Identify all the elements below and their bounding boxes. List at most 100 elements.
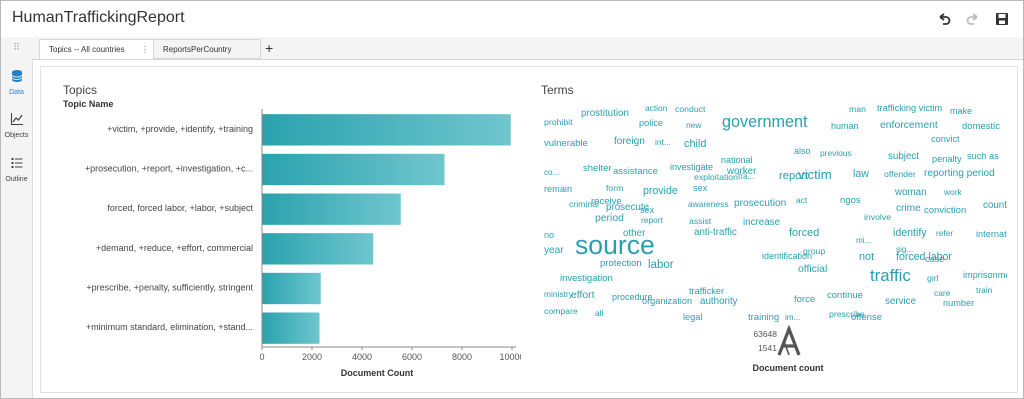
term-word[interactable]: shelter	[583, 163, 612, 174]
term-word[interactable]: remain	[544, 184, 572, 194]
bar-5[interactable]	[262, 312, 320, 344]
bar-3[interactable]	[262, 233, 374, 265]
bar-4[interactable]	[262, 272, 321, 305]
term-word[interactable]: group	[803, 246, 825, 256]
term-word[interactable]: authority	[700, 296, 738, 307]
term-word[interactable]: report	[779, 170, 809, 182]
term-word[interactable]: human	[831, 121, 859, 131]
term-word[interactable]: sex	[693, 183, 708, 193]
term-word[interactable]: assist	[689, 216, 712, 226]
term-word[interactable]: trafficker	[689, 286, 724, 296]
term-word[interactable]: convict	[931, 134, 960, 144]
term-word[interactable]: identify	[893, 227, 927, 239]
tab-topics-all-countries[interactable]: Topics -- All countries ⋮	[39, 39, 154, 59]
bar-2[interactable]	[262, 193, 401, 225]
term-word[interactable]: vulnerable	[544, 138, 588, 149]
term-word[interactable]: refer	[936, 228, 953, 238]
term-word[interactable]: labor	[648, 259, 674, 271]
term-word[interactable]: mi...	[856, 236, 871, 245]
term-word[interactable]: offender	[884, 169, 916, 179]
term-word[interactable]: enforcement	[880, 120, 938, 131]
term-word[interactable]: act	[796, 195, 808, 205]
term-word[interactable]: not	[859, 251, 874, 263]
term-word[interactable]: increase	[743, 217, 781, 228]
term-word[interactable]: foreign	[614, 136, 645, 147]
term-word[interactable]: international	[976, 229, 1007, 239]
term-word[interactable]: government	[722, 113, 808, 131]
term-word[interactable]: crime	[896, 203, 921, 214]
term-word[interactable]: source	[575, 230, 655, 260]
topics-bar-chart[interactable]: Topic Name +victim, +provide, +identify, …	[41, 67, 521, 389]
term-word[interactable]: previous	[820, 148, 852, 158]
term-word[interactable]: compare	[544, 306, 578, 316]
term-word[interactable]: subject	[888, 151, 919, 162]
redo-button[interactable]	[965, 11, 981, 27]
term-word[interactable]: also	[794, 146, 811, 156]
term-word[interactable]: man	[849, 104, 866, 114]
terms-word-cloud[interactable]: prostitution action conduct man trafficking …	[537, 67, 1007, 389]
term-word[interactable]: trafficking victim	[877, 103, 943, 113]
term-word[interactable]: imprisonment	[963, 270, 1007, 280]
term-word[interactable]: woman	[894, 187, 927, 198]
term-word[interactable]: conduct	[675, 104, 706, 114]
term-word[interactable]: domestic	[962, 121, 1000, 132]
term-word[interactable]: train	[976, 285, 993, 295]
term-word[interactable]: penalty	[932, 154, 962, 164]
term-word[interactable]: no	[544, 230, 554, 240]
term-word[interactable]: investigation	[560, 273, 613, 284]
term-word[interactable]: girl	[927, 273, 939, 283]
rail-item-outline[interactable]: Outline	[1, 156, 32, 183]
term-word[interactable]: form	[606, 183, 623, 193]
term-word[interactable]: tra...	[738, 172, 754, 181]
rail-item-objects[interactable]: Objects	[1, 112, 32, 139]
term-word[interactable]: new	[686, 120, 702, 130]
term-word[interactable]: number	[943, 298, 974, 308]
term-word[interactable]: police	[639, 118, 663, 128]
term-word[interactable]: national	[721, 155, 753, 165]
term-word[interactable]: effort	[571, 290, 595, 301]
term-word[interactable]: prosecution	[734, 198, 786, 209]
term-word[interactable]: int...	[655, 137, 671, 147]
term-word[interactable]: country	[983, 200, 1007, 211]
term-word[interactable]: law	[853, 168, 869, 180]
term-word[interactable]: continue	[827, 290, 863, 301]
term-word[interactable]: ministry	[544, 289, 574, 299]
term-word[interactable]: force	[794, 294, 815, 305]
term-word[interactable]: report	[641, 215, 664, 225]
term-word[interactable]: ngos	[840, 195, 861, 206]
tab-menu-icon[interactable]: ⋮	[141, 40, 149, 60]
term-word[interactable]: year	[544, 245, 564, 256]
term-word[interactable]: reporting period	[924, 168, 995, 179]
term-word[interactable]: provide	[643, 185, 678, 197]
bar-0[interactable]	[262, 114, 511, 146]
term-word[interactable]: organization	[642, 296, 692, 306]
term-word[interactable]: service	[885, 296, 917, 307]
term-word[interactable]: action	[645, 103, 668, 113]
term-word[interactable]: prostitution	[581, 108, 629, 119]
term-word[interactable]: all	[595, 308, 604, 318]
term-word[interactable]: conviction	[924, 205, 966, 216]
term-word[interactable]: care	[934, 288, 951, 298]
term-word[interactable]: exploitation	[694, 172, 738, 182]
term-word[interactable]: assistance	[613, 166, 658, 177]
term-word[interactable]: protection	[600, 258, 642, 269]
save-button[interactable]	[994, 11, 1010, 27]
term-word[interactable]: involve	[864, 212, 891, 222]
term-word[interactable]: im...	[785, 313, 800, 322]
term-word[interactable]: forced	[789, 227, 819, 239]
term-word[interactable]: offense	[851, 312, 882, 323]
term-word[interactable]: prohibit	[544, 117, 573, 127]
term-word[interactable]: work	[943, 187, 962, 197]
term-word[interactable]: co...	[544, 168, 559, 177]
term-word[interactable]: sex	[640, 205, 655, 215]
term-word[interactable]: training	[748, 312, 779, 323]
term-word[interactable]: case	[925, 254, 944, 264]
term-word[interactable]: child	[684, 138, 706, 150]
term-word[interactable]: investigate	[670, 162, 713, 172]
add-tab-button[interactable]: +	[265, 39, 273, 57]
rail-item-data[interactable]: Data	[1, 69, 32, 96]
term-word[interactable]: traffic	[870, 266, 911, 285]
term-word[interactable]: make	[950, 106, 972, 116]
tab-reports-per-country[interactable]: ReportsPerCountry	[154, 39, 261, 59]
term-word[interactable]: official	[798, 264, 827, 275]
